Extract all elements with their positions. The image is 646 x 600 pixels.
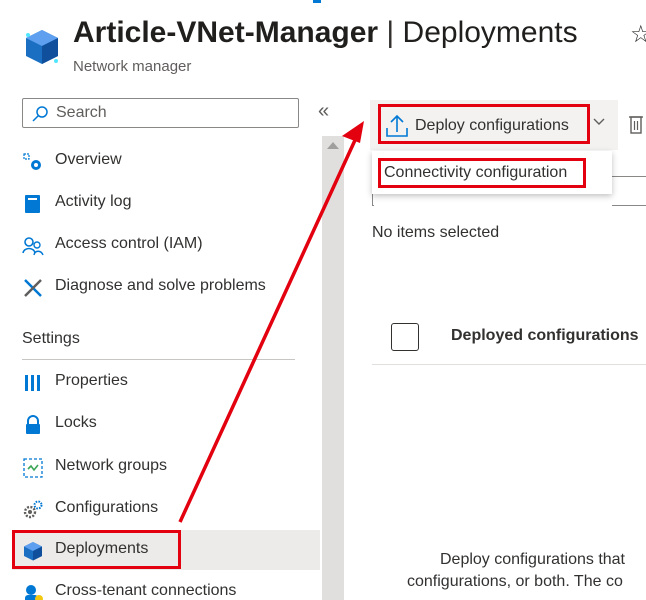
properties-icon xyxy=(25,375,40,391)
resource-type: Network manager xyxy=(73,58,192,75)
sidebar-item-properties[interactable]: Properties xyxy=(12,362,320,402)
sidebar-item-label: Diagnose and solve problems xyxy=(55,277,266,294)
network-manager-cube-icon xyxy=(26,30,58,64)
top-indicator xyxy=(313,0,321,3)
sidebar-item-activity-log[interactable]: Activity log xyxy=(12,183,320,223)
lock-icon xyxy=(26,415,40,434)
cross-tenant-icon xyxy=(25,585,43,600)
star-icon[interactable]: ☆ xyxy=(630,20,646,49)
sidebar-item-label: Overview xyxy=(55,151,122,168)
sidebar-item-label: Properties xyxy=(55,372,128,389)
blade-name: Deployments xyxy=(402,16,578,49)
column-header-deployed-configurations[interactable]: Deployed configurations xyxy=(451,327,639,345)
deployments-icon xyxy=(24,542,42,561)
sidebar-item-locks[interactable]: Locks xyxy=(12,404,320,444)
arrow-head xyxy=(342,121,364,143)
sidebar-item-label: Cross-tenant connections xyxy=(55,582,237,599)
sidebar-item-label: Deployments xyxy=(55,540,149,557)
sidebar-scrollbar[interactable] xyxy=(322,136,344,600)
search-placeholder: Search xyxy=(56,104,107,121)
access-control-icon xyxy=(22,237,44,256)
menu-item-connectivity-configuration[interactable]: Connectivity configuration xyxy=(378,158,586,188)
sidebar-item-diagnose[interactable]: Diagnose and solve problems xyxy=(12,267,320,307)
chevron-down-icon[interactable] xyxy=(593,118,605,126)
configurations-icon xyxy=(23,500,43,519)
empty-state-text-line1: Deploy configurations that xyxy=(440,551,625,568)
settings-divider xyxy=(22,359,295,360)
deploy-configurations-label: Deploy configurations xyxy=(415,117,569,134)
trash-icon[interactable] xyxy=(628,113,644,135)
settings-section-header: Settings xyxy=(22,330,80,347)
select-all-checkbox[interactable] xyxy=(391,323,419,351)
search-input[interactable]: Search xyxy=(22,98,299,128)
sidebar-item-label: Activity log xyxy=(55,193,132,210)
title-separator: | xyxy=(378,16,403,49)
deploy-configurations-button[interactable]: Deploy configurations xyxy=(378,104,590,144)
overview-icon xyxy=(23,153,41,170)
resource-name: Article-VNet-Manager xyxy=(73,16,379,49)
page-header: Article-VNet-Manager | Deployments Netwo… xyxy=(0,0,646,88)
search-icon xyxy=(32,106,48,122)
empty-state-text-line2: configurations, or both. The co xyxy=(407,573,623,590)
filter-field-edge xyxy=(372,194,374,206)
filter-field[interactable] xyxy=(612,176,646,206)
sidebar-item-access-control[interactable]: Access control (IAM) xyxy=(12,225,320,265)
scroll-up-arrow[interactable] xyxy=(327,142,339,149)
table-header-divider xyxy=(372,364,646,365)
sidebar-item-network-groups[interactable]: Network groups xyxy=(12,447,320,487)
sidebar-item-label: Access control (IAM) xyxy=(55,235,203,252)
sidebar-item-label: Network groups xyxy=(55,457,168,474)
upload-icon xyxy=(386,114,408,137)
wrench-icon xyxy=(24,279,42,297)
page-title: Article-VNet-Manager | Deployments xyxy=(73,16,578,50)
selection-status: No items selected xyxy=(372,224,500,241)
sidebar-item-label: Configurations xyxy=(55,499,159,516)
sidebar-item-configurations[interactable]: Configurations xyxy=(12,489,320,529)
deploy-dropdown-menu: Connectivity configuration xyxy=(372,151,612,194)
collapse-sidebar-button[interactable]: « xyxy=(318,100,329,123)
network-groups-icon xyxy=(23,458,43,478)
sidebar-item-overview[interactable]: Overview xyxy=(12,141,320,181)
sidebar-item-label: Locks xyxy=(55,414,97,431)
menu-item-label: Connectivity configuration xyxy=(384,164,568,181)
sidebar-item-cross-tenant[interactable]: Cross-tenant connections xyxy=(12,572,320,600)
activity-log-icon xyxy=(25,195,40,213)
sidebar-item-deployments[interactable]: Deployments xyxy=(12,530,320,570)
